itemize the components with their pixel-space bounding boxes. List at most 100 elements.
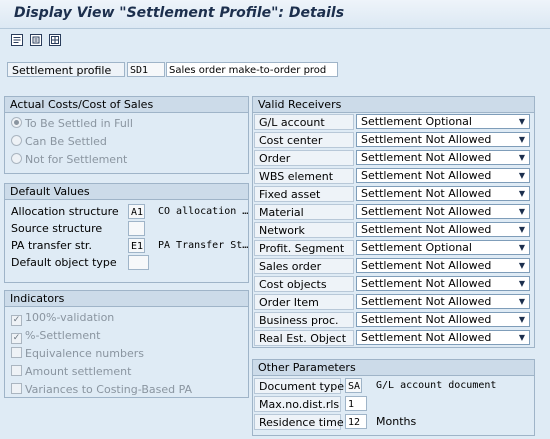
dropdown-value: Settlement Not Allowed: [361, 259, 492, 272]
chevron-down-icon[interactable]: ▼: [517, 331, 527, 344]
title-bar: Display View "Settlement Profile": Detai…: [0, 0, 550, 29]
receiver-dropdown[interactable]: Settlement Not Allowed ▼: [356, 204, 530, 219]
chevron-down-icon[interactable]: ▼: [517, 223, 527, 236]
allocation-structure-label: Allocation structure: [11, 205, 119, 218]
residence-time-label: Residence time: [254, 414, 344, 430]
checkbox-label: Equivalence numbers: [25, 347, 144, 360]
checkbox-checked-icon: ✓: [11, 315, 22, 326]
receiver-label: Order Item: [254, 294, 354, 310]
checkbox-label: Amount settlement: [25, 365, 132, 378]
toolbar: [0, 29, 550, 51]
actual-costs-group: Actual Costs/Cost of Sales To Be Settled…: [4, 96, 249, 174]
residence-time-field[interactable]: 12: [345, 414, 367, 429]
receiver-dropdown[interactable]: Settlement Not Allowed ▼: [356, 330, 530, 345]
document-type-label: Document type: [254, 378, 344, 394]
settlement-profile-code-field[interactable]: SD1: [127, 62, 165, 77]
radio-label: Can Be Settled: [25, 135, 107, 148]
chevron-down-icon[interactable]: ▼: [517, 169, 527, 182]
chevron-down-icon[interactable]: ▼: [517, 295, 527, 308]
receiver-label: Real Est. Object: [254, 330, 354, 346]
actual-costs-title: Actual Costs/Cost of Sales: [5, 97, 248, 113]
receiver-dropdown[interactable]: Settlement Not Allowed ▼: [356, 258, 530, 273]
dropdown-value: Settlement Not Allowed: [361, 313, 492, 326]
receiver-label: Cost center: [254, 132, 354, 148]
receiver-label: G/L account: [254, 114, 354, 130]
checkbox-label: %-Settlement: [25, 329, 101, 342]
chevron-down-icon[interactable]: ▼: [517, 205, 527, 218]
dropdown-value: Settlement Not Allowed: [361, 151, 492, 164]
checkbox-label: Variances to Costing-Based PA: [25, 383, 193, 396]
receiver-dropdown[interactable]: Settlement Not Allowed ▼: [356, 150, 530, 165]
checkbox-unchecked-icon: [11, 383, 22, 394]
checkbox-100-validation[interactable]: ✓ 100%-validation: [11, 310, 115, 326]
chevron-down-icon[interactable]: ▼: [517, 187, 527, 200]
chevron-down-icon[interactable]: ▼: [517, 133, 527, 146]
page-title: Display View "Settlement Profile": Detai…: [14, 5, 345, 21]
chevron-down-icon[interactable]: ▼: [517, 241, 527, 254]
source-structure-field[interactable]: [128, 221, 145, 236]
checkbox-equivalence-numbers[interactable]: Equivalence numbers: [11, 346, 144, 361]
receiver-label: Business proc.: [254, 312, 354, 328]
dropdown-value: Settlement Optional: [361, 115, 472, 128]
default-values-group: Default Values Allocation structure A1 C…: [4, 183, 249, 283]
checkbox-amount-settlement[interactable]: Amount settlement: [11, 364, 131, 379]
receiver-label: Sales order: [254, 258, 354, 274]
receiver-dropdown[interactable]: Settlement Optional ▼: [356, 240, 530, 255]
receiver-dropdown[interactable]: Settlement Not Allowed ▼: [356, 294, 530, 309]
dropdown-value: Settlement Not Allowed: [361, 169, 492, 182]
toolbar-icon-2[interactable]: [29, 33, 43, 47]
document-type-text: G/L account document: [376, 380, 497, 391]
receiver-dropdown[interactable]: Settlement Optional ▼: [356, 114, 530, 129]
indicators-group: Indicators ✓ 100%-validation ✓ %-Settlemen…: [4, 290, 249, 398]
max-dist-rls-field[interactable]: 1: [345, 396, 367, 411]
pa-transfer-field[interactable]: E1: [128, 238, 145, 253]
dropdown-value: Settlement Not Allowed: [361, 331, 492, 344]
checkbox-unchecked-icon: [11, 347, 22, 358]
chevron-down-icon[interactable]: ▼: [517, 277, 527, 290]
checkbox-label: 100%-validation: [25, 311, 115, 324]
chevron-down-icon[interactable]: ▼: [517, 115, 527, 128]
checkbox-checked-icon: ✓: [11, 333, 22, 344]
receiver-label: Fixed asset: [254, 186, 354, 202]
residence-time-unit: Months: [376, 415, 417, 428]
receiver-label: Profit. Segment: [254, 240, 354, 256]
chevron-down-icon[interactable]: ▼: [517, 313, 527, 326]
other-parameters-title: Other Parameters: [253, 360, 534, 376]
radio-label: To Be Settled in Full: [25, 117, 133, 130]
receiver-dropdown[interactable]: Settlement Not Allowed ▼: [356, 186, 530, 201]
allocation-structure-field[interactable]: A1: [128, 204, 145, 219]
checkbox-percent-settlement[interactable]: ✓ %-Settlement: [11, 328, 101, 344]
receiver-label: Cost objects: [254, 276, 354, 292]
receiver-dropdown[interactable]: Settlement Not Allowed ▼: [356, 222, 530, 237]
dropdown-value: Settlement Not Allowed: [361, 277, 492, 290]
checkbox-variances-costing-pa[interactable]: Variances to Costing-Based PA: [11, 382, 192, 397]
radio-button: [11, 153, 22, 164]
dropdown-value: Settlement Optional: [361, 241, 472, 254]
receiver-dropdown[interactable]: Settlement Not Allowed ▼: [356, 132, 530, 147]
receiver-label: Order: [254, 150, 354, 166]
dropdown-value: Settlement Not Allowed: [361, 187, 492, 200]
default-object-type-field[interactable]: [128, 255, 149, 270]
radio-not-for-settlement[interactable]: Not for Settlement: [11, 152, 127, 167]
dropdown-value: Settlement Not Allowed: [361, 205, 492, 218]
valid-receivers-title: Valid Receivers: [253, 97, 534, 113]
receiver-label: Network: [254, 222, 354, 238]
radio-button-selected: [11, 117, 22, 128]
receiver-dropdown[interactable]: Settlement Not Allowed ▼: [356, 312, 530, 327]
settlement-profile-label: Settlement profile: [7, 62, 125, 77]
receiver-dropdown[interactable]: Settlement Not Allowed ▼: [356, 168, 530, 183]
radio-can-be-settled[interactable]: Can Be Settled: [11, 134, 107, 149]
document-type-field[interactable]: SA: [345, 378, 362, 393]
source-structure-label: Source structure: [11, 222, 103, 235]
toolbar-icon-3[interactable]: [48, 33, 62, 47]
radio-settled-in-full[interactable]: To Be Settled in Full: [11, 116, 133, 131]
toolbar-icon-1[interactable]: [10, 33, 24, 47]
chevron-down-icon[interactable]: ▼: [517, 259, 527, 272]
receiver-label: WBS element: [254, 168, 354, 184]
chevron-down-icon[interactable]: ▼: [517, 151, 527, 164]
max-dist-rls-label: Max.no.dist.rls: [254, 396, 341, 412]
indicators-title: Indicators: [5, 291, 248, 307]
receiver-dropdown[interactable]: Settlement Not Allowed ▼: [356, 276, 530, 291]
pa-transfer-text: PA Transfer St…: [158, 240, 249, 251]
radio-label: Not for Settlement: [25, 153, 128, 166]
